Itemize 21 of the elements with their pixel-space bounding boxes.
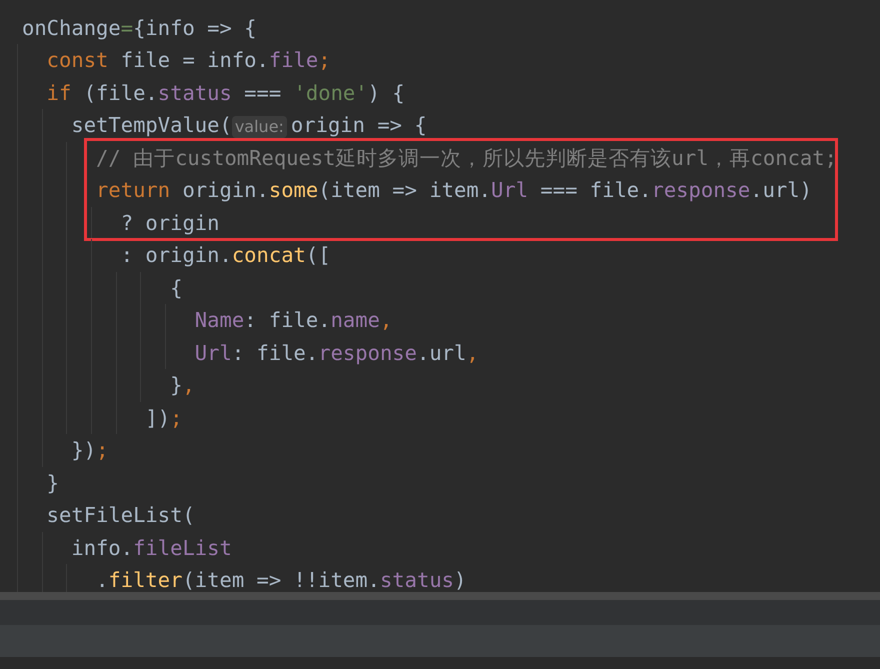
code-line: const file = info.file; [46,48,331,72]
code-line: } [46,470,60,495]
code-line: onChange={info => { [22,16,257,40]
horizontal-scrollbar[interactable] [0,592,880,600]
code-line: { [169,276,182,300]
parameter-hint: value: [232,116,287,138]
code-line: Url: file.response.url, [194,340,479,365]
code-line: .filter(item => !!item.status) [95,568,466,592]
code-line: }); [70,438,108,462]
code-line: }, [169,373,195,398]
code-text: origin => { [290,113,427,137]
code-line: if (file.status === 'done') { [46,80,405,105]
code-line: ? origin [120,210,220,235]
code-line: ]); [144,406,182,430]
code-line: info.fileList [70,536,232,560]
code-text: setTempValue( [70,113,232,137]
code-line: : origin.concat([ [120,243,331,268]
code-line: setFileList( [46,503,195,528]
code-line: // 由于customRequest延时多调一次，所以先判断是否有该url，再concat; [95,146,837,170]
code-line: Name: file.name, [194,308,392,332]
code-line: return origin.some(item => item.Url === file.response.url) [95,178,812,202]
